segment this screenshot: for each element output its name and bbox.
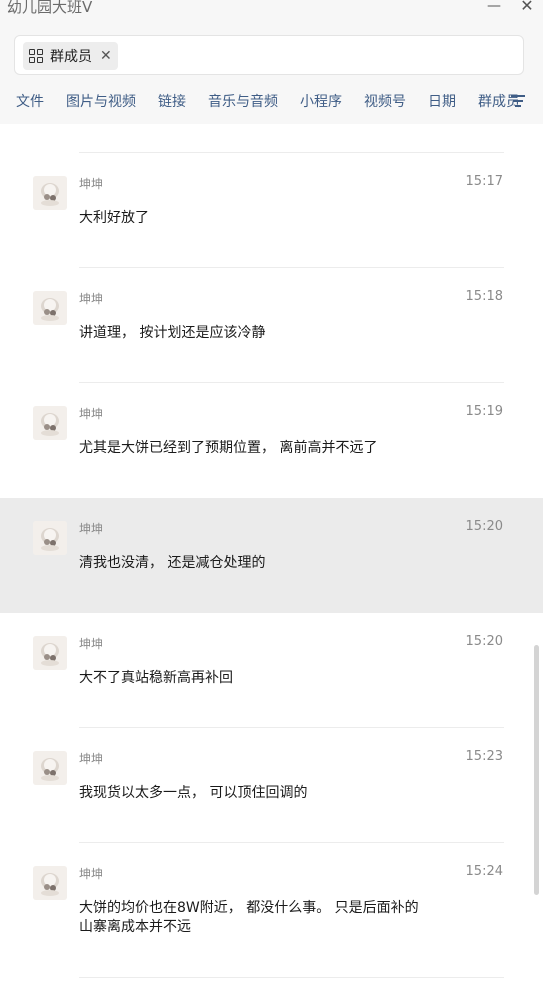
- message-time: 15:19: [465, 404, 503, 419]
- avatar[interactable]: [33, 636, 67, 670]
- remove-filter-icon[interactable]: ✕: [100, 49, 112, 63]
- filter-icon[interactable]: [511, 95, 525, 107]
- tab-images-videos[interactable]: 图片与视频: [66, 91, 136, 111]
- avatar[interactable]: [33, 291, 67, 325]
- list-item[interactable]: 坤坤 15:24 大饼的均价也在8W附近， 都没什么事。 只是后面补的 山寨离成…: [0, 843, 543, 981]
- window-title: 幼儿园大班V: [7, 0, 93, 16]
- tab-music-audio[interactable]: 音乐与音频: [208, 91, 278, 111]
- list-item-highlighted[interactable]: 坤坤 15:20 清我也没清， 还是减仓处理的: [0, 498, 543, 613]
- sender-name: 坤坤: [79, 637, 104, 651]
- message-text: 我现货以太多一点， 可以顶住回调的: [79, 785, 308, 801]
- message-time: 15:23: [465, 749, 503, 764]
- scrollbar-thumb[interactable]: [534, 645, 539, 895]
- tab-files[interactable]: 文件: [16, 91, 44, 111]
- header: 幼儿园大班V — ✕ 群成员 ✕ 文件 图片与视频 链接 音乐与音频 小程序 视…: [0, 0, 543, 124]
- close-icon[interactable]: ✕: [517, 0, 537, 16]
- sender-name: 坤坤: [79, 867, 104, 881]
- message-text: 大不了真站稳新高再补回: [79, 670, 233, 686]
- message-text: 讲道理， 按计划还是应该冷静: [79, 325, 266, 341]
- tab-date[interactable]: 日期: [428, 91, 456, 111]
- message-time: 15:20: [465, 634, 503, 649]
- list-item[interactable]: 坤坤 15:18 讲道理， 按计划还是应该冷静: [0, 268, 543, 383]
- avatar[interactable]: [33, 866, 67, 900]
- tab-links[interactable]: 链接: [158, 91, 186, 111]
- list-item[interactable]: 坤坤 15:17 大利好放了: [0, 153, 543, 268]
- category-tabs: 文件 图片与视频 链接 音乐与音频 小程序 视频号 日期 群成员: [16, 90, 542, 112]
- sender-name: 坤坤: [79, 292, 104, 306]
- avatar[interactable]: [33, 176, 67, 210]
- tab-channels[interactable]: 视频号: [364, 91, 406, 111]
- divider: [79, 977, 504, 978]
- minimize-icon[interactable]: —: [484, 0, 504, 16]
- filter-chip-group-members[interactable]: 群成员 ✕: [23, 42, 118, 70]
- message-text: 大利好放了: [79, 210, 149, 226]
- message-time: 15:18: [465, 289, 503, 304]
- search-input[interactable]: 群成员 ✕: [14, 35, 524, 75]
- avatar[interactable]: [33, 406, 67, 440]
- filter-chip-label: 群成员: [50, 49, 92, 65]
- sender-name: 坤坤: [79, 522, 104, 536]
- avatar[interactable]: [33, 521, 67, 555]
- sender-name: 坤坤: [79, 407, 104, 421]
- message-text: 大饼的均价也在8W附近， 都没什么事。 只是后面补的 山寨离成本并不远: [79, 900, 419, 935]
- sender-name: 坤坤: [79, 177, 104, 191]
- message-time: 15:24: [465, 864, 503, 879]
- list-item[interactable]: 坤坤 15:19 尤其是大饼已经到了预期位置， 离前高并不远了: [0, 383, 543, 498]
- message-text: 清我也没清， 还是减仓处理的: [79, 555, 266, 571]
- message-text: 尤其是大饼已经到了预期位置， 离前高并不远了: [79, 440, 378, 456]
- message-time: 15:20: [465, 519, 503, 534]
- message-list: 坤坤 15:17 大利好放了 坤坤 15:18 讲道理， 按计划还是应该冷静 坤…: [0, 124, 543, 981]
- message-time: 15:17: [465, 174, 503, 189]
- list-item[interactable]: 坤坤 15:20 大不了真站稳新高再补回: [0, 613, 543, 728]
- tab-mini-programs[interactable]: 小程序: [300, 91, 342, 111]
- list-item[interactable]: 坤坤 15:23 我现货以太多一点， 可以顶住回调的: [0, 728, 543, 843]
- grid-icon: [29, 49, 43, 63]
- avatar[interactable]: [33, 751, 67, 785]
- sender-name: 坤坤: [79, 752, 104, 766]
